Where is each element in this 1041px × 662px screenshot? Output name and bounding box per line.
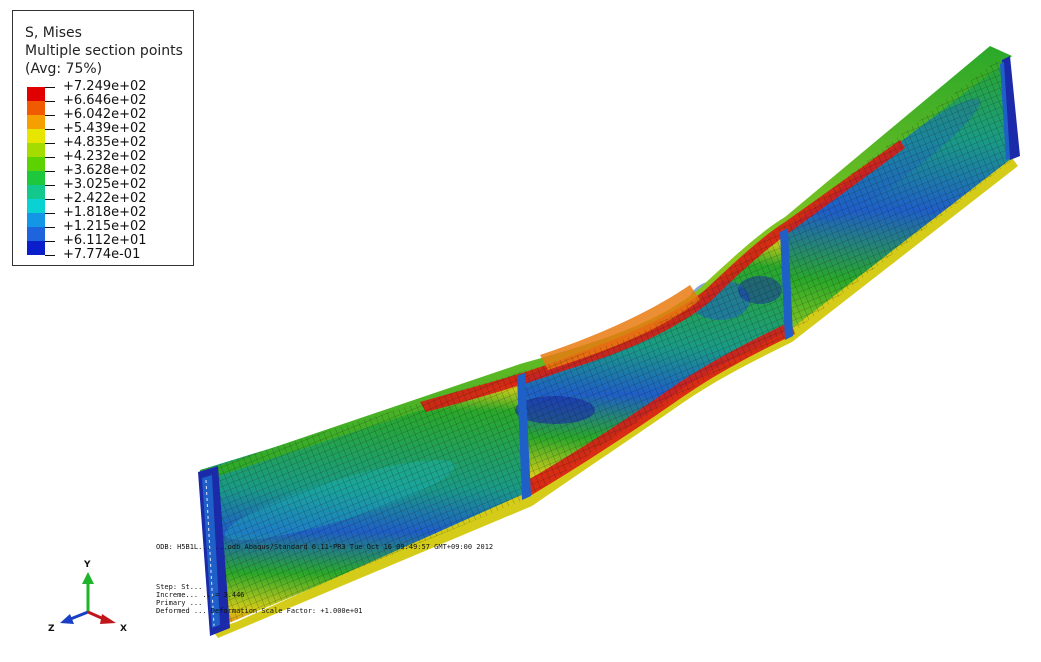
legend-tick	[45, 101, 55, 102]
contour-legend: S, Mises Multiple section points (Avg: 7…	[12, 10, 194, 266]
legend-value: +3.025e+02	[63, 177, 147, 192]
legend-tick	[45, 115, 55, 116]
x-axis-label: X	[120, 624, 127, 634]
legend-value: +6.042e+02	[63, 107, 147, 122]
x-axis-arrow	[100, 614, 116, 624]
legend-value: +6.112e+01	[63, 233, 147, 248]
legend-tick	[45, 185, 55, 186]
legend-tick	[45, 129, 55, 130]
legend-swatch	[27, 143, 45, 157]
legend-tick	[45, 171, 55, 172]
legend-swatch	[27, 199, 45, 213]
legend-tick	[45, 87, 55, 88]
y-axis-arrow	[82, 572, 94, 584]
primary-var-line: Primary ...	[156, 599, 203, 607]
legend-tick	[45, 213, 55, 214]
z-axis-label: Z	[48, 624, 55, 634]
legend-title: S, Mises	[25, 25, 82, 41]
legend-value: +6.646e+02	[63, 93, 147, 108]
legend-value: +1.215e+02	[63, 219, 147, 234]
deformed-var-line: Deformed ... Deformation Scale Factor: +…	[156, 607, 363, 615]
legend-value: +7.249e+02	[63, 79, 147, 94]
legend-tick	[45, 255, 55, 256]
legend-swatch	[27, 171, 45, 185]
legend-value: +5.439e+02	[63, 121, 147, 136]
legend-swatch	[27, 101, 45, 115]
legend-swatch	[27, 241, 45, 255]
legend-value: +4.232e+02	[63, 149, 147, 164]
legend-swatch	[27, 227, 45, 241]
legend-averaging: (Avg: 75%)	[25, 61, 103, 77]
legend-swatch	[27, 129, 45, 143]
legend-tick	[45, 241, 55, 242]
legend-value: +4.835e+02	[63, 135, 147, 150]
legend-tick	[45, 143, 55, 144]
odb-info-block: ODB: H5B1L... ...odb Abaqus/Standard 6.1…	[156, 543, 493, 615]
legend-value: +1.818e+02	[63, 205, 147, 220]
legend-swatch	[27, 213, 45, 227]
odb-line: ODB: H5B1L... ...odb Abaqus/Standard 6.1…	[156, 543, 494, 551]
legend-swatch	[27, 157, 45, 171]
legend-value: +2.422e+02	[63, 191, 147, 206]
y-axis-label: Y	[84, 560, 91, 570]
legend-value: +3.628e+02	[63, 163, 147, 178]
legend-tick	[45, 227, 55, 228]
legend-tick	[45, 157, 55, 158]
legend-subtitle: Multiple section points	[25, 43, 183, 59]
axis-triad: Y Z X	[40, 560, 140, 640]
z-axis-arrow	[60, 614, 74, 624]
legend-value: +7.774e-01	[63, 247, 141, 262]
legend-swatch	[27, 185, 45, 199]
legend-swatch	[27, 87, 45, 101]
legend-tick	[45, 199, 55, 200]
step-line: Step: St...	[156, 583, 203, 591]
legend-swatch	[27, 115, 45, 129]
increment-line: Increme... ...= 3.446	[156, 591, 245, 599]
